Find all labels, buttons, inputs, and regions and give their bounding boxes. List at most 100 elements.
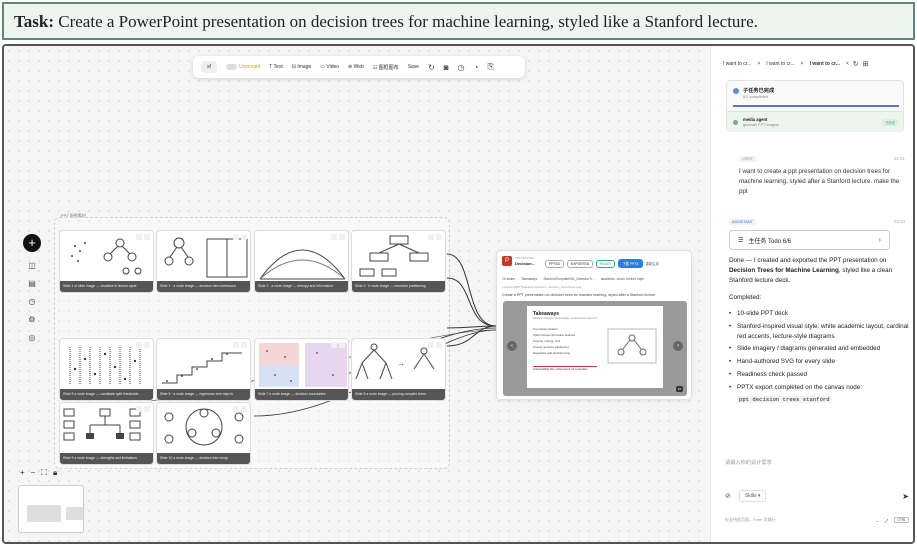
card-actions[interactable] xyxy=(136,406,150,412)
ppt-slide-count: 10 slides xyxy=(502,277,516,281)
chevron-down-icon[interactable]: ⌄ xyxy=(876,518,879,523)
subtask-card[interactable]: 子任务已完成 0/1 completed media agent generat… xyxy=(726,80,904,132)
ppt-description: Create a PPT presentation on decision tr… xyxy=(502,293,657,297)
close-icon[interactable]: × xyxy=(846,61,849,67)
chat-panel: I want to cr... × I want to cr... × I wa… xyxy=(710,46,913,542)
todo-card[interactable]: ☰ 主任务 Todo 6/6 › xyxy=(729,230,890,250)
list-item: PPTX export completed on the canvas node… xyxy=(729,383,909,393)
card-caption: Slide 2 · a route image — entropy and in… xyxy=(255,281,348,292)
subtask-title: 子任务已完成 xyxy=(743,88,775,94)
card-actions[interactable] xyxy=(233,234,247,240)
image-card[interactable]: Slide 10 a route image — decision tree r… xyxy=(156,402,251,465)
zoom-out-icon[interactable]: − xyxy=(31,468,36,478)
next-slide-button[interactable]: › xyxy=(673,341,683,351)
prev-slide-button[interactable]: ‹ xyxy=(507,341,517,351)
card-actions[interactable] xyxy=(428,234,442,240)
regenerate-button[interactable]: 重新生成 xyxy=(646,261,659,266)
done-text: Done — I created and exported the PPT pr… xyxy=(729,257,887,264)
svg-text:→: → xyxy=(397,359,405,368)
chat-tab[interactable]: I want to cr... xyxy=(764,60,796,68)
zoom-in-icon[interactable]: + xyxy=(20,468,25,478)
card-caption: Slide 10 a route image — decision tree r… xyxy=(157,453,250,464)
skills-dropdown[interactable]: Skills ▾ xyxy=(738,490,767,502)
agent-row[interactable]: media agent generate PPT imagery 已完成 xyxy=(727,111,903,132)
slide-diagram xyxy=(607,328,657,364)
image-card[interactable]: Slide 2 · a route image — entropy and in… xyxy=(254,230,349,293)
image-card[interactable]: Slide 1 of slide image — visualize in le… xyxy=(59,230,154,293)
download-pptx-button[interactable]: 下载 PPTX xyxy=(618,259,643,268)
list-icon: ☰ xyxy=(738,237,744,244)
status-badge: 已完成 xyxy=(882,119,898,126)
close-icon[interactable]: × xyxy=(757,61,760,67)
slide-preview: ‹ Takeaways Decision trees are interpret… xyxy=(503,301,687,396)
card-caption: Slide 8 a route image — pruning complex … xyxy=(352,389,445,400)
card-caption: Slide 5 a route image — candidate split … xyxy=(60,389,153,400)
input-toolbar: ⊘ Skills ▾ ➤ xyxy=(725,490,909,502)
agent-icon xyxy=(733,120,738,125)
user-tag: USER xyxy=(739,156,756,162)
assistant-tag: ASSISTANT xyxy=(729,219,756,225)
expand-icon[interactable]: ⤢ xyxy=(885,518,888,523)
assistant-timestamp: 02:24 xyxy=(894,219,905,224)
agent-title: media agent xyxy=(743,117,768,122)
card-actions[interactable] xyxy=(233,406,247,412)
history-icon[interactable]: ↻ xyxy=(853,60,859,68)
task-label: Task: xyxy=(14,12,55,31)
card-actions[interactable] xyxy=(136,342,150,348)
completed-list: 10-slide PPT deck Stanford-inspired visu… xyxy=(729,309,909,393)
skills-label: Skills xyxy=(744,493,757,499)
image-card[interactable]: Slide 1 · a route image — decision tree … xyxy=(156,230,251,293)
image-card[interactable]: Slide 5 a route image — candidate split … xyxy=(59,338,154,401)
user-timestamp: 01:51 xyxy=(894,156,905,161)
input-footer: 仅支持此页面，Enter 可换行 ⌄ ⤢ CTRL xyxy=(725,517,909,523)
image-card[interactable]: Slide 9 a route image — strengths and li… xyxy=(59,402,154,465)
card-actions[interactable] xyxy=(136,234,150,240)
app-window: sf Unpinned T Text ⊟ Image ▭ Video ⊕ Web… xyxy=(2,44,915,544)
list-item: 10-slide PPT deck xyxy=(729,309,909,319)
todo-label: 主任务 Todo 6/6 xyxy=(748,238,792,245)
ppt-title: Decision... xyxy=(515,261,536,266)
new-chat-icon[interactable]: ⊞ xyxy=(863,60,869,68)
card-actions[interactable] xyxy=(428,342,442,348)
slide-note: Interpretability first, performance via … xyxy=(533,366,597,371)
done-bold: Decision Trees for Machine Learning xyxy=(729,267,839,275)
card-actions[interactable] xyxy=(331,234,345,240)
card-actions[interactable] xyxy=(331,342,345,348)
ppt-node[interactable]: P PPT MASTER Decision... PPTSD EXPORTED … xyxy=(496,250,692,400)
ppt-section: Takeaways xyxy=(521,277,538,281)
card-caption: Slide 1 · a route image — decision tree … xyxy=(157,281,250,292)
image-card[interactable]: Slide 5 · a route image — regression tre… xyxy=(156,338,251,401)
ppt-logo-icon: P xyxy=(502,256,512,266)
task-banner: Task: Create a PowerPoint presentation o… xyxy=(2,2,915,40)
minimap[interactable] xyxy=(18,485,84,533)
slide-bullet: Regularize with depth/pruning xyxy=(533,351,571,355)
fit-screen-icon[interactable]: ⛶ xyxy=(41,468,47,478)
list-item: Readiness check passed xyxy=(729,370,909,380)
attach-icon[interactable]: ⊘ xyxy=(725,492,731,500)
image-card[interactable]: Slide 7 a route image — decision boundar… xyxy=(254,338,349,401)
ppt-tag: EXPORTED xyxy=(567,259,594,268)
agent-subtitle: generate PPT imagery xyxy=(743,123,779,127)
list-item: Slide imagery / diagrams generated and e… xyxy=(729,344,909,354)
image-card[interactable]: → Slide 8 a route image — pruning comple… xyxy=(351,338,446,401)
footer-hint: 仅支持此页面，Enter 可换行 xyxy=(725,517,776,522)
card-actions[interactable] xyxy=(233,342,247,348)
ppt-header: P PPT MASTER Decision... xyxy=(502,256,535,266)
ppt-tag: PPTSD xyxy=(545,259,564,268)
task-text: Create a PowerPoint presentation on deci… xyxy=(58,12,758,31)
chat-tab[interactable]: I want to cr... xyxy=(721,60,753,68)
design-canvas[interactable]: sf Unpinned T Text ⊟ Image ▭ Video ⊕ Web… xyxy=(4,46,707,542)
chat-tab-active[interactable]: I want to cr... xyxy=(808,60,842,68)
card-caption: Slide 7 a route image — decision boundar… xyxy=(255,389,348,400)
image-card[interactable]: Slide 3 · b route image — recursive part… xyxy=(351,230,446,293)
list-item: Hand-authored SVG for every slide xyxy=(729,357,909,367)
chat-tabs: I want to cr... × I want to cr... × I wa… xyxy=(721,60,869,68)
card-caption: Slide 5 · a route image — regression tre… xyxy=(157,389,250,400)
ppt-tags: PPTSD EXPORTED READY 下载 PPTX 重新生成 xyxy=(545,259,659,268)
chat-input[interactable]: 请输入你的设计需求 xyxy=(725,459,772,466)
slide-bullets: Tree basics intuition Splits choose info… xyxy=(533,326,575,356)
lock-icon[interactable]: 🔒︎ xyxy=(53,468,57,478)
send-icon[interactable]: ➤ xyxy=(902,492,909,501)
ctrl-key-badge: CTRL xyxy=(894,517,909,523)
close-icon[interactable]: × xyxy=(801,61,804,67)
